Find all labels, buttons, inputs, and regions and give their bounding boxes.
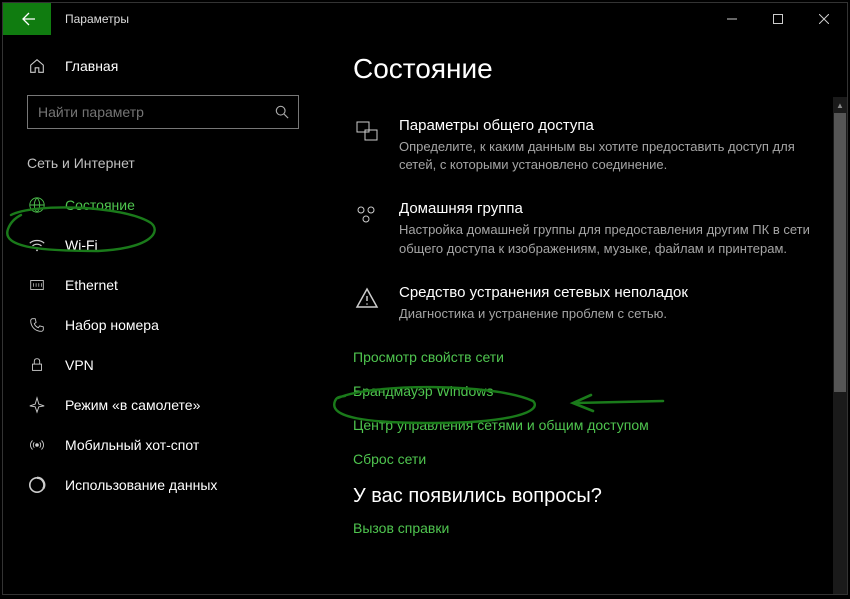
hotspot-icon [27,436,47,454]
link-network-properties[interactable]: Просмотр свойств сети [353,349,817,365]
scrollbar-thumb[interactable] [834,113,846,392]
setting-desc: Диагностика и устранение проблем с сетью… [399,305,817,323]
sidebar-item-status[interactable]: Состояние [3,185,323,225]
sidebar-item-label: Wi-Fi [65,237,98,253]
maximize-icon [773,14,783,24]
globe-icon [27,196,47,214]
window-title: Параметры [51,3,129,35]
minimize-icon [727,14,737,24]
close-button[interactable] [801,3,847,35]
sidebar-section-header: Сеть и Интернет [3,147,323,185]
link-network-reset[interactable]: Сброс сети [353,451,817,467]
sidebar-item-label: VPN [65,357,94,373]
data-usage-icon [27,476,47,494]
ethernet-icon [27,276,47,294]
close-icon [819,14,829,24]
sharing-icon [353,117,381,174]
sidebar-item-vpn[interactable]: VPN [3,345,323,385]
arrow-left-icon [19,11,35,27]
scrollbar[interactable]: ▲ ▼ [833,113,847,594]
back-button[interactable] [3,3,51,35]
sidebar-item-airplane[interactable]: Режим «в самолете» [3,385,323,425]
questions-heading: У вас появились вопросы? [353,485,817,508]
minimize-button[interactable] [709,3,755,35]
sidebar-home-label: Главная [65,58,118,74]
search-field-wrap [27,95,299,129]
page-title: Состояние [353,53,817,85]
setting-homegroup[interactable]: Домашняя группа Настройка домашней групп… [353,200,817,257]
content-pane: Состояние Параметры общего доступа Опред… [323,35,847,594]
setting-desc: Настройка домашней группы для предоставл… [399,221,817,257]
sidebar-item-label: Состояние [65,197,135,213]
sidebar-item-hotspot[interactable]: Мобильный хот-спот [3,425,323,465]
sidebar-item-data-usage[interactable]: Использование данных [3,465,323,505]
phone-icon [27,316,47,334]
sidebar-item-label: Ethernet [65,277,118,293]
sidebar-item-ethernet[interactable]: Ethernet [3,265,323,305]
vpn-icon [27,356,47,374]
sidebar: Главная Сеть и Интернет Состояние Wi [3,35,323,594]
setting-troubleshooter[interactable]: Средство устранения сетевых неполадок Ди… [353,284,817,323]
sidebar-item-label: Режим «в самолете» [65,397,200,413]
warning-icon [353,284,381,323]
setting-sharing-options[interactable]: Параметры общего доступа Определите, к к… [353,117,817,174]
setting-title: Параметры общего доступа [399,117,817,134]
titlebar: Параметры [3,3,847,35]
maximize-button[interactable] [755,3,801,35]
setting-title: Домашняя группа [399,200,817,217]
sidebar-item-label: Мобильный хот-спот [65,437,199,453]
link-get-help[interactable]: Вызов справки [353,520,817,536]
homegroup-icon [353,200,381,257]
setting-title: Средство устранения сетевых неполадок [399,284,817,301]
setting-desc: Определите, к каким данным вы хотите пре… [399,138,817,174]
scroll-up-button[interactable]: ▲ [833,97,847,113]
sidebar-item-dialup[interactable]: Набор номера [3,305,323,345]
link-windows-firewall[interactable]: Брандмауэр Windows [353,383,817,399]
sidebar-home[interactable]: Главная [3,53,323,87]
sidebar-item-wifi[interactable]: Wi-Fi [3,225,323,265]
airplane-icon [27,396,47,414]
link-network-center[interactable]: Центр управления сетями и общим доступом [353,417,817,433]
wifi-icon [27,236,47,254]
home-icon [27,57,47,75]
sidebar-item-label: Использование данных [65,477,217,493]
search-icon [275,105,289,119]
sidebar-item-label: Набор номера [65,317,159,333]
search-input[interactable] [27,95,299,129]
